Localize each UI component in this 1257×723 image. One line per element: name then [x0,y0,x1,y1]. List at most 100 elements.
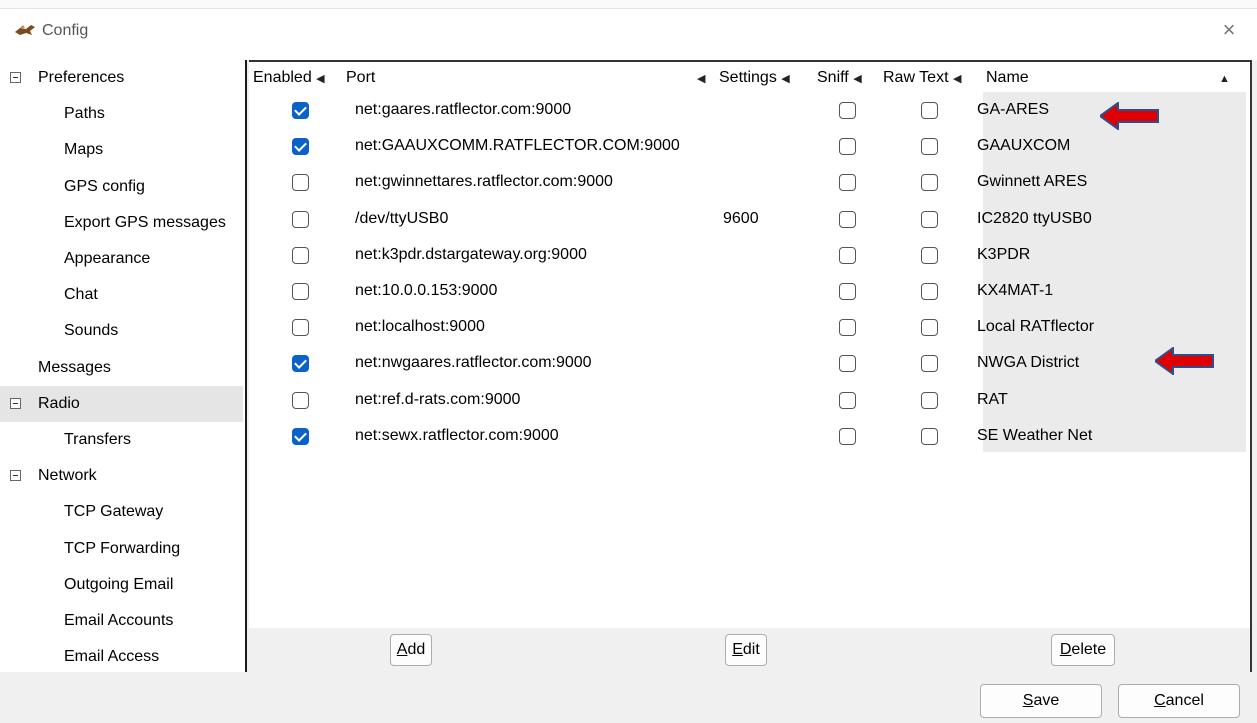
sidebar-item[interactable]: GPS config [0,169,243,205]
raw-text-checkbox[interactable] [921,138,938,156]
sniff-checkbox[interactable] [839,246,856,264]
raw-text-checkbox[interactable] [921,246,938,264]
header-raw-text-label: Raw Text [883,69,949,86]
table-row[interactable]: net:gwinnettares.ratflector.com:9000 Gwin… [249,164,1250,200]
table-row[interactable]: net:nwgaares.ratflector.com:9000 NWGA Dis… [249,345,1250,381]
cancel-button[interactable]: Cancel [1118,684,1240,718]
sidebar-item[interactable]: Appearance [0,241,243,277]
table-row[interactable]: net:10.0.0.153:9000 KX4MAT-1 [249,273,1250,309]
enabled-checkbox[interactable] [292,427,309,445]
raw-text-checkbox[interactable] [921,210,938,228]
close-button[interactable]: × [1215,16,1243,44]
enabled-checkbox[interactable] [292,102,309,119]
save-mnemonic: S [1022,692,1034,709]
sniff-checkbox[interactable] [839,102,856,119]
header-port[interactable]: Port [346,64,375,92]
raw-text-checkbox[interactable] [921,319,938,337]
enabled-checkbox[interactable] [292,355,309,373]
sidebar-item[interactable]: Radio [0,385,243,422]
sidebar-item-label: Paths [64,105,105,123]
sniff-checkbox[interactable] [839,355,856,373]
name-cell: K3PDR [977,245,1031,263]
sidebar-item[interactable]: Transfers [0,422,243,458]
name-cell: GAAUXCOM [977,137,1071,155]
name-cell: RAT [977,390,1008,408]
collapse-toggle-icon[interactable] [10,72,21,83]
sidebar-item-label: Outgoing Email [64,575,174,593]
sidebar-item[interactable]: Email Accounts [0,603,243,639]
sidebar-item-label: GPS config [64,177,145,195]
port-cell: /dev/ttyUSB0 [355,209,449,227]
port-cell: net:sewx.ratflector.com:9000 [355,426,559,444]
enabled-checkbox[interactable] [292,246,309,264]
save-button[interactable]: Save [980,684,1102,718]
table-row[interactable]: net:ref.d-rats.com:9000 RAT [249,382,1250,418]
enabled-checkbox[interactable] [292,391,309,409]
sidebar-item[interactable]: Export GPS messages [0,205,243,241]
raw-text-checkbox[interactable] [921,355,938,373]
sniff-checkbox[interactable] [839,391,856,409]
edit-label: dit [742,641,760,658]
sort-ascending-icon[interactable]: ▲ [1219,64,1230,92]
sidebar-item-label: Messages [38,358,111,376]
sniff-checkbox[interactable] [839,210,856,228]
config-sidebar-tree: Preferences Paths Maps GPS config Export GPS… [0,60,247,672]
enabled-checkbox[interactable] [292,210,309,228]
table-row[interactable]: net:GAAUXCOMM.RATFLECTOR.COM:9000 GAAUXCO… [249,128,1250,164]
delete-button[interactable]: Delete [1051,634,1115,666]
ports-table: Enabled ◀ Port ◀ Settings ◀ Sniff ◀ Raw … [249,60,1252,628]
sidebar-item[interactable]: TCP Forwarding [0,531,243,567]
enabled-checkbox[interactable] [292,174,309,192]
table-row[interactable]: net:localhost:9000 Local RATflector [249,309,1250,345]
sidebar-item[interactable]: Maps [0,132,243,168]
sidebar-item-label: Email Accounts [64,612,174,629]
header-port-collapse[interactable]: ◀ [697,64,705,92]
name-cell: Local RATflector [977,318,1095,336]
table-row[interactable]: net:k3pdr.dstargateway.org:9000 K3PDR [249,237,1250,273]
table-row[interactable]: net:sewx.ratflector.com:9000 SE Weather N… [249,418,1250,454]
sniff-checkbox[interactable] [839,427,856,445]
sidebar-item[interactable]: Paths [0,96,243,132]
header-name[interactable]: Name [986,64,1029,92]
raw-text-checkbox[interactable] [921,174,938,192]
red-arrow-annotation [1155,347,1214,375]
raw-text-checkbox[interactable] [921,102,938,119]
sidebar-item-label: Appearance [64,250,151,267]
delete-mnemonic: D [1059,641,1072,658]
collapse-toggle-icon[interactable] [10,470,21,482]
header-settings[interactable]: Settings ◀ [719,64,790,92]
table-row[interactable]: /dev/ttyUSB0 9600 IC2820 ttyUSB0 [249,201,1250,237]
sidebar-item[interactable]: Sounds [0,313,243,349]
sidebar-item-label: Preferences [38,69,125,86]
edit-button[interactable]: Edit [725,634,767,666]
enabled-checkbox[interactable] [292,138,309,156]
sidebar-item-label: Chat [64,286,98,304]
sidebar-item[interactable]: Messages [0,350,243,386]
collapse-arrow-icon: ◀ [952,73,962,85]
header-raw-text[interactable]: Raw Text ◀ [883,64,961,92]
raw-text-checkbox[interactable] [921,427,938,445]
raw-text-checkbox[interactable] [921,283,938,300]
name-cell: Gwinnett ARES [977,173,1088,191]
collapse-toggle-icon[interactable] [10,397,21,409]
edit-mnemonic: E [732,641,743,658]
header-enabled[interactable]: Enabled ◀ [253,64,325,92]
add-button[interactable]: Add [390,634,432,666]
settings-cell: 9600 [723,209,759,227]
sniff-checkbox[interactable] [839,283,856,300]
sniff-checkbox[interactable] [839,174,856,192]
enabled-checkbox[interactable] [292,283,309,300]
sniff-checkbox[interactable] [839,319,856,337]
sidebar-item[interactable]: Network [0,458,243,494]
sidebar-item[interactable]: Outgoing Email [0,567,243,603]
add-label: dd [407,641,426,658]
header-sniff[interactable]: Sniff ◀ [817,64,862,92]
collapse-arrow-icon: ◀ [316,73,325,85]
sidebar-item[interactable]: Chat [0,277,243,313]
sniff-checkbox[interactable] [839,138,856,156]
sidebar-item[interactable]: Email Access [0,639,243,675]
sidebar-item[interactable]: TCP Gateway [0,494,243,530]
enabled-checkbox[interactable] [292,319,309,337]
raw-text-checkbox[interactable] [921,391,938,409]
sidebar-item[interactable]: Preferences [0,60,243,96]
